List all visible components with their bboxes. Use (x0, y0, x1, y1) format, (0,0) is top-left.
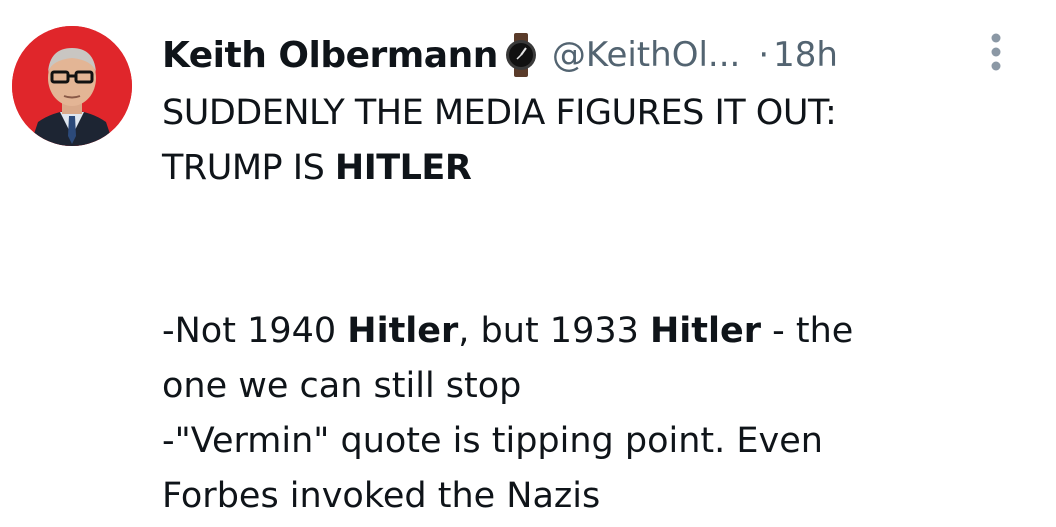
p1-bold-b: Hitler (347, 311, 459, 351)
p1-bold-d: Hitler (650, 311, 762, 351)
headline-bold: HITLER (334, 148, 472, 188)
headline-line-2: TRUMP IS HITLER (162, 141, 1042, 196)
p1-text-e: - the (761, 311, 854, 351)
p1-text-a: -Not 1940 (162, 311, 348, 351)
tweet[interactable]: Keith Olbermann @KeithOl... · 18h SUDDEN… (0, 0, 1056, 527)
headline-prefix: TRUMP IS (162, 148, 335, 188)
watch-icon (504, 33, 538, 77)
tweet-header: Keith Olbermann @KeithOl... · 18h (162, 26, 838, 84)
separator-dot: · (758, 35, 770, 75)
paragraph-1-line-1: -Not 1940 Hitler, but 1933 Hitler - the (162, 304, 1042, 359)
avatar[interactable] (12, 26, 132, 146)
author-name[interactable]: Keith Olbermann (162, 35, 498, 76)
author-handle[interactable]: @KeithOl... (552, 35, 740, 75)
tweet-text: SUDDENLY THE MEDIA FIGURES IT OUT: TRUMP… (162, 86, 1042, 524)
headline-line-1: SUDDENLY THE MEDIA FIGURES IT OUT: (162, 93, 837, 133)
vertical-ellipsis-icon[interactable] (984, 30, 1008, 74)
avatar-image (12, 26, 132, 146)
paragraph-2-line-1: -"Vermin" quote is tipping point. Even (162, 421, 823, 461)
paragraph-2-line-2: Forbes invoked the Nazis (162, 476, 601, 516)
p1-text-c: , but 1933 (458, 311, 650, 351)
paragraph-1-line-2: one we can still stop (162, 366, 522, 406)
timestamp[interactable]: 18h (773, 35, 838, 75)
